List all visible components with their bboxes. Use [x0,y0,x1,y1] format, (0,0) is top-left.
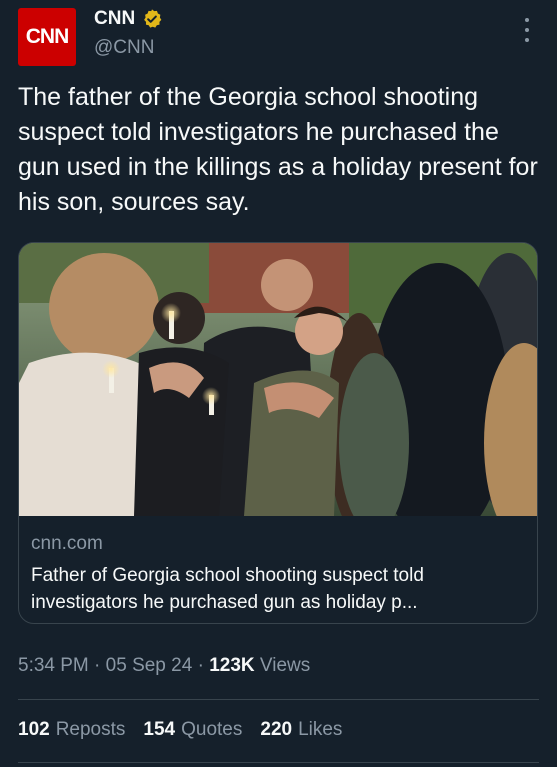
card-title[interactable]: Father of Georgia school shooting suspec… [31,562,531,616]
tweet-text: The father of the Georgia school shootin… [18,83,538,216]
card-image[interactable] [19,243,538,516]
card-domain[interactable]: cnn.com [31,533,103,555]
verified-badge-icon[interactable] [141,8,163,30]
tweet-time[interactable]: 5:34 PM [18,655,89,676]
likes-count: 220 [260,719,293,740]
engagement-stats: 102 Reposts 154 Quotes 220 Likes [18,719,342,741]
quotes-label: Quotes [181,719,243,740]
tweet-meta: 5:34 PM · 05 Sep 24 · 123K Views [18,655,310,677]
more-options-icon[interactable] [517,18,537,42]
views-count: 123K [209,655,255,676]
views-label: Views [259,655,311,676]
meta-separator: · [197,655,210,676]
avatar[interactable]: CNN [18,8,76,66]
quotes-count: 154 [143,719,176,740]
divider [18,699,539,700]
reposts-label: Reposts [55,719,126,740]
reposts-stat[interactable]: 102 Reposts [18,719,125,741]
link-card[interactable]: cnn.com Father of Georgia school shootin… [18,242,538,624]
display-name[interactable]: CNN [94,8,135,30]
likes-label: Likes [298,719,343,740]
likes-stat[interactable]: 220 Likes [260,719,342,741]
author-name-row: CNN [94,8,163,30]
tweet-date[interactable]: 05 Sep 24 [106,655,193,676]
reposts-count: 102 [18,719,50,740]
author-handle[interactable]: @CNN [94,37,154,59]
avatar-logo-text: CNN [25,25,69,48]
divider [18,762,539,763]
quotes-stat[interactable]: 154 Quotes [143,719,242,741]
meta-separator: · [94,655,106,676]
